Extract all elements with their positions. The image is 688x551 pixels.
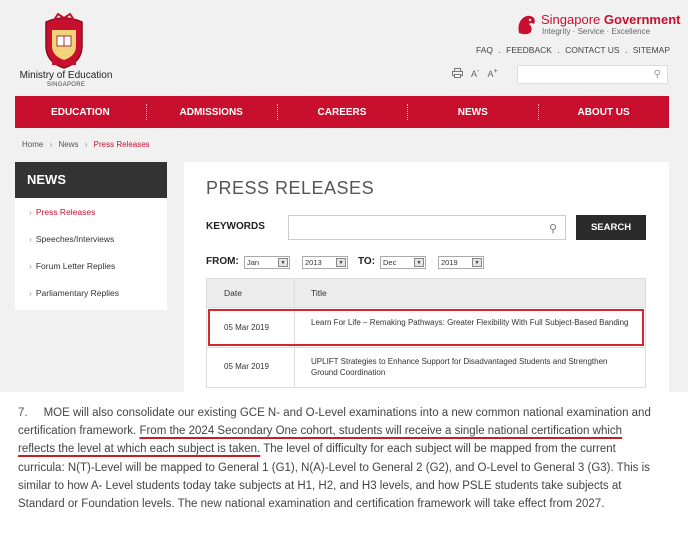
dropdown-arrow-icon[interactable]: ▼ (336, 258, 346, 267)
chevron-right-icon: › (29, 261, 32, 271)
table-row[interactable]: 05 Mar 2019 UPLIFT Strategies to Enhance… (207, 347, 645, 387)
chevron-right-icon: › (29, 288, 32, 298)
dropdown-arrow-icon[interactable]: ▼ (414, 258, 424, 267)
utility-links: FAQ . FEEDBACK . CONTACT US . SITEMAP (476, 45, 670, 55)
sidebar-item-forum-letters[interactable]: › Forum Letter Replies (29, 261, 115, 271)
nav-news[interactable]: NEWS (407, 96, 538, 128)
ministry-sub: SINGAPORE (46, 82, 86, 88)
from-year-select[interactable]: 2013 ▼ (302, 256, 348, 269)
print-icon[interactable] (452, 67, 463, 78)
ministry-name: Ministry of Education (19, 70, 113, 81)
row-title-link[interactable]: UPLIFT Strategies to Enhance Support for… (311, 356, 631, 378)
chevron-right-icon: › (29, 234, 32, 244)
dropdown-arrow-icon[interactable]: ▼ (278, 258, 288, 267)
to-month-select[interactable]: Dec ▼ (380, 256, 426, 269)
main-nav: EDUCATION ADMISSIONS CAREERS NEWS ABOUT … (15, 96, 669, 128)
sidebar-item-speeches[interactable]: › Speeches/Interviews (29, 234, 114, 244)
site-search-input[interactable]: ⚲ (517, 65, 668, 84)
chevron-right-icon: › (84, 140, 88, 149)
page-tools: A- A+ (452, 66, 498, 79)
feedback-link[interactable]: FEEDBACK (506, 45, 552, 55)
sidebar-item-press-releases[interactable]: › Press Releases (29, 207, 95, 217)
article-paragraph: 7. MOE will also consolidate our existing… (18, 404, 658, 513)
from-label: FROM: (206, 256, 239, 267)
lion-head-icon[interactable] (515, 13, 537, 37)
text-size-decrease[interactable]: A- (471, 66, 480, 79)
text-size-increase[interactable]: A+ (488, 66, 498, 79)
search-icon[interactable]: ⚲ (549, 222, 557, 235)
nav-careers[interactable]: CAREERS (276, 96, 408, 128)
page-title: PRESS RELEASES (206, 178, 375, 198)
row-date: 05 Mar 2019 (224, 362, 269, 371)
paragraph-number: 7. (18, 407, 28, 419)
search-icon[interactable]: ⚲ (654, 69, 661, 80)
highlight-box (208, 309, 644, 346)
sidebar-heading: NEWS (15, 162, 167, 198)
breadcrumb-current: Press Releases (93, 140, 150, 149)
gov-title[interactable]: Singapore Government (541, 12, 680, 27)
breadcrumb: Home › News › Press Releases (22, 140, 150, 149)
nav-admissions[interactable]: ADMISSIONS (145, 96, 277, 128)
breadcrumb-news[interactable]: News (58, 140, 78, 149)
breadcrumb-home[interactable]: Home (22, 140, 43, 149)
sidebar-item-parliamentary[interactable]: › Parliamentary Replies (29, 288, 119, 298)
chevron-right-icon: › (29, 207, 32, 217)
to-year-select[interactable]: 2019 ▼ (438, 256, 484, 269)
to-label: TO: (358, 256, 376, 267)
sitemap-link[interactable]: SITEMAP (633, 45, 670, 55)
faq-link[interactable]: FAQ (476, 45, 493, 55)
link-separator: . (557, 45, 560, 55)
keywords-label: KEYWORDS (206, 221, 265, 232)
gov-tagline: Integrity · Service · Excellence (542, 27, 651, 36)
table-header: Date Title (207, 279, 645, 307)
sidebar-menu: › Press Releases › Speeches/Interviews › Fo… (15, 198, 167, 310)
from-month-select[interactable]: Jan ▼ (244, 256, 290, 269)
keywords-input[interactable]: ⚲ (288, 215, 566, 240)
column-header-date: Date (224, 288, 242, 298)
column-header-title: Title (311, 288, 327, 298)
nav-about-us[interactable]: ABOUT US (538, 96, 669, 128)
link-separator: . (624, 45, 628, 55)
contact-us-link[interactable]: CONTACT US (565, 45, 619, 55)
nav-education[interactable]: EDUCATION (15, 96, 146, 128)
dropdown-arrow-icon[interactable]: ▼ (472, 258, 482, 267)
search-button[interactable]: SEARCH (576, 215, 646, 240)
link-separator: . (498, 45, 501, 55)
moe-crest-icon[interactable] (38, 12, 90, 70)
chevron-right-icon: › (49, 140, 53, 149)
